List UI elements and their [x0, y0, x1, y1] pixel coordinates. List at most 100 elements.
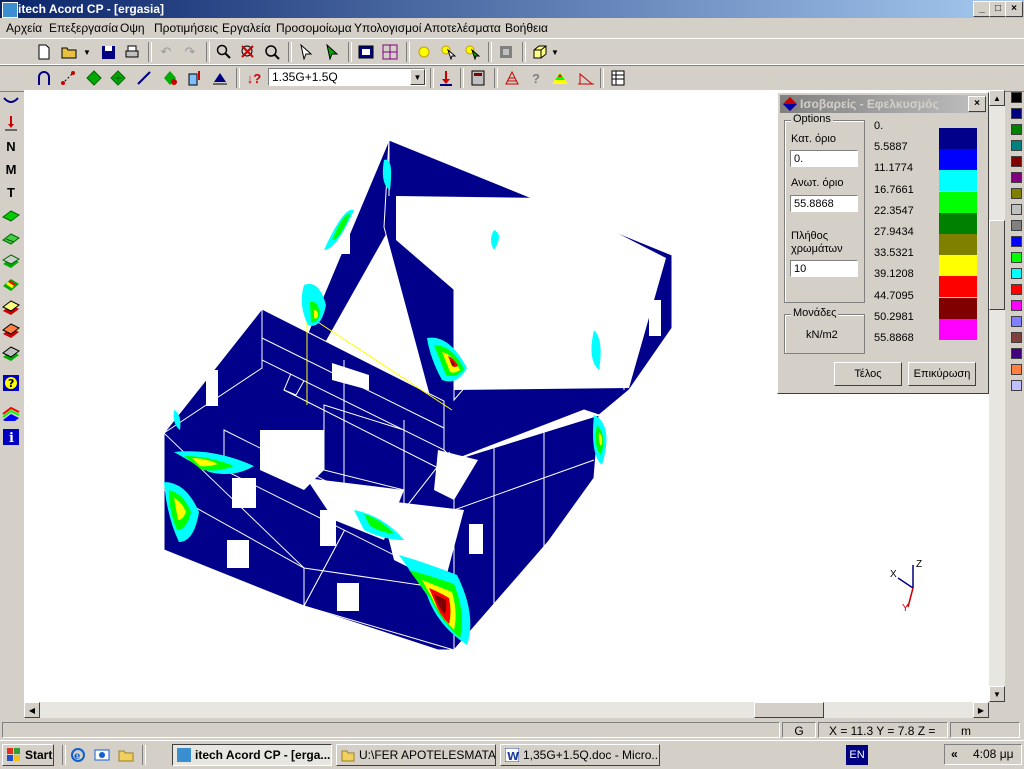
load-combo-select[interactable]: 1.35G+1.5Q ▼	[268, 68, 426, 86]
slab-green-2-icon[interactable]	[2, 229, 20, 247]
chevron-down-icon[interactable]: ▼	[550, 42, 560, 62]
scale-icon[interactable]	[576, 68, 596, 88]
light-pointer-icon[interactable]	[438, 42, 458, 62]
slab-colored-icon[interactable]	[2, 275, 20, 293]
undo-button[interactable]: ↶	[156, 42, 176, 62]
language-indicator[interactable]: EN	[846, 745, 868, 765]
line-icon[interactable]	[134, 68, 154, 88]
vertical-scrollbar[interactable]: ▲ ▼	[989, 90, 1005, 702]
app-icon[interactable]	[2, 2, 18, 18]
redo-button[interactable]: ↷	[180, 42, 200, 62]
cube-view-icon[interactable]	[530, 42, 550, 62]
palette-swatch[interactable]	[1011, 140, 1022, 151]
axial-force-button[interactable]: N	[2, 137, 20, 155]
nodes-line-icon[interactable]	[58, 68, 78, 88]
menu-model[interactable]: Προσομοίωμα	[276, 21, 352, 35]
scroll-thumb[interactable]	[989, 220, 1005, 310]
load-case-question-icon[interactable]: ↓?	[244, 68, 264, 88]
save-button[interactable]	[98, 42, 118, 62]
load-arrow-icon[interactable]	[436, 68, 456, 88]
green-diamond-grid-icon[interactable]	[108, 68, 128, 88]
outlook-icon[interactable]	[94, 747, 110, 763]
scroll-right-button[interactable]: ▶	[973, 702, 989, 718]
palette-swatch[interactable]	[1011, 220, 1022, 231]
task-acord[interactable]: itech Acord CP - [erga...	[172, 744, 332, 766]
palette-swatch[interactable]	[1011, 252, 1022, 263]
rainbow-icon[interactable]	[2, 405, 20, 423]
menu-tools[interactable]: Εργαλεία	[222, 21, 271, 35]
palette-swatch[interactable]	[1011, 188, 1022, 199]
light-icon[interactable]	[414, 42, 434, 62]
shear-button[interactable]: T	[2, 183, 20, 201]
palette-swatch[interactable]	[1011, 300, 1022, 311]
support-icon[interactable]	[210, 68, 230, 88]
close-button[interactable]: ×	[1005, 1, 1023, 17]
palette-swatch[interactable]	[1011, 348, 1022, 359]
palette-swatch[interactable]	[1011, 380, 1022, 391]
palette-swatch[interactable]	[1011, 92, 1022, 103]
scroll-down-button[interactable]: ▼	[989, 686, 1005, 702]
curve-icon[interactable]	[2, 92, 20, 110]
menu-results[interactable]: Αποτελέσματα	[424, 21, 501, 35]
palette-swatch[interactable]	[1011, 204, 1022, 215]
menu-preferences[interactable]: Προτιμήσεις	[154, 21, 218, 35]
apply-button[interactable]: Επικύρωση	[908, 362, 976, 386]
color-count-field[interactable]: 10	[790, 260, 858, 277]
task-word[interactable]: W 1,35G+1.5Q.doc - Micro...	[500, 744, 660, 766]
folder-icon[interactable]	[118, 747, 134, 763]
horizontal-scrollbar[interactable]: ◀ ▶	[24, 702, 989, 718]
zoom-icon[interactable]	[214, 42, 234, 62]
scroll-up-button[interactable]: ▲	[989, 90, 1005, 106]
dialog-close-button[interactable]: ×	[968, 96, 986, 112]
moment-button[interactable]: M	[2, 160, 20, 178]
chevron-down-icon[interactable]: ▼	[82, 42, 92, 62]
palette-swatch[interactable]	[1011, 332, 1022, 343]
load-node-icon[interactable]	[160, 68, 180, 88]
light-select-icon[interactable]	[462, 42, 482, 62]
title-bar[interactable]: itech Acord CP - [ergasia] _ □ ×	[0, 0, 1024, 18]
isobars-strip-2-icon[interactable]	[2, 321, 20, 339]
palette-swatch[interactable]	[1011, 156, 1022, 167]
isobars-icon[interactable]	[550, 68, 570, 88]
tray-expand-icon[interactable]: «	[951, 747, 958, 761]
select-pointer-icon[interactable]	[322, 42, 342, 62]
mesh-icon[interactable]	[502, 68, 522, 88]
slab-layers-icon[interactable]	[2, 252, 20, 270]
table-icon[interactable]	[608, 68, 628, 88]
scroll-left-button[interactable]: ◀	[24, 702, 40, 718]
palette-swatch[interactable]	[1011, 124, 1022, 135]
print-button[interactable]	[122, 42, 142, 62]
palette-swatch[interactable]	[1011, 108, 1022, 119]
calculator-icon[interactable]	[468, 68, 488, 88]
menu-help[interactable]: Βοήθεια	[505, 21, 548, 35]
upper-limit-field[interactable]: 55.8868	[790, 195, 858, 212]
grid-view-icon[interactable]	[380, 42, 400, 62]
slab-green-icon[interactable]	[2, 206, 20, 224]
view-frame-icon[interactable]	[356, 42, 376, 62]
menu-view[interactable]: Οψη	[120, 21, 145, 35]
zoom-window-icon[interactable]	[262, 42, 282, 62]
scroll-thumb[interactable]	[754, 702, 824, 718]
palette-swatch[interactable]	[1011, 236, 1022, 247]
palette-swatch[interactable]	[1011, 172, 1022, 183]
arch-icon[interactable]	[34, 68, 54, 88]
finish-button[interactable]: Τέλος	[834, 362, 902, 386]
help-question-icon[interactable]: ?	[526, 68, 546, 88]
open-file-button[interactable]	[60, 42, 80, 62]
new-file-button[interactable]	[34, 42, 54, 62]
zoom-extents-icon[interactable]	[238, 42, 258, 62]
menu-calculations[interactable]: Υπολογισμοί	[354, 21, 421, 35]
green-diamond-icon[interactable]	[84, 68, 104, 88]
palette-swatch[interactable]	[1011, 316, 1022, 327]
load-down-icon[interactable]	[2, 114, 20, 132]
pointer-icon[interactable]	[296, 42, 316, 62]
menu-files[interactable]: Αρχεία	[6, 21, 42, 35]
isobars-strip-icon[interactable]	[2, 298, 20, 316]
lower-limit-field[interactable]: 0.	[790, 150, 858, 167]
start-button[interactable]: Start	[2, 744, 54, 766]
ie-icon[interactable]: e	[70, 747, 86, 763]
render-icon[interactable]	[496, 42, 516, 62]
question-colors-icon[interactable]: ?	[2, 374, 20, 392]
menu-edit[interactable]: Επεξεργασία	[49, 21, 118, 35]
palette-swatch[interactable]	[1011, 268, 1022, 279]
